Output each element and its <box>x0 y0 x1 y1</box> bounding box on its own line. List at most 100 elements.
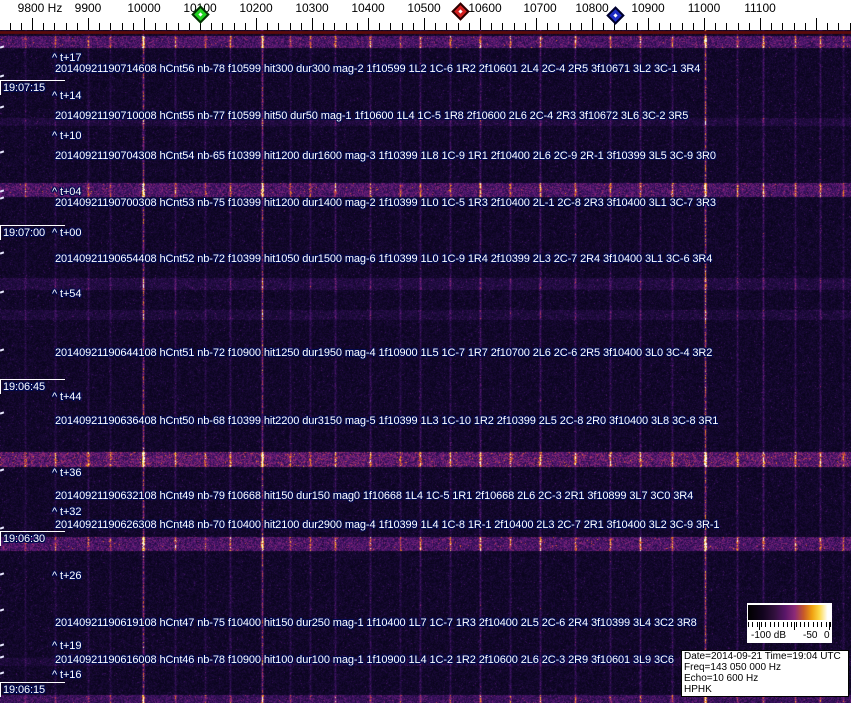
ruler-minor-tick <box>133 23 134 30</box>
ruler-minor-tick <box>66 23 67 30</box>
ruler-major-tick <box>760 18 761 30</box>
colorbar-major-tick <box>794 622 795 630</box>
ruler-major-tick <box>144 18 145 30</box>
ruler-minor-tick <box>469 23 470 30</box>
ruler-minor-tick <box>77 23 78 30</box>
ruler-minor-tick <box>715 23 716 30</box>
ruler-minor-tick <box>222 23 223 30</box>
ruler-minor-tick <box>435 23 436 30</box>
colorbar-tick <box>787 622 788 627</box>
ruler-minor-tick <box>738 23 739 30</box>
marker-center-dot <box>613 13 618 18</box>
colorbar-label-min: -100 dB <box>751 630 787 641</box>
ruler-minor-tick <box>502 23 503 30</box>
ruler-minor-tick <box>110 23 111 30</box>
ruler-minor-tick <box>357 23 358 30</box>
waterfall-spectrogram[interactable] <box>0 30 851 703</box>
ruler-minor-tick <box>771 23 772 30</box>
frequency-tick-label: 10800 <box>575 1 609 15</box>
frequency-ruler: 9800 Hz990010000101001020010300104001050… <box>0 0 851 30</box>
ruler-minor-tick <box>514 23 515 30</box>
colorbar-tick <box>808 622 809 627</box>
marker-center-dot <box>458 9 463 14</box>
frequency-marker-red-diamond[interactable] <box>451 2 470 21</box>
ruler-minor-tick <box>558 23 559 30</box>
ruler-major-tick <box>536 18 537 30</box>
ruler-minor-tick <box>402 23 403 30</box>
frequency-tick-label: 9900 <box>74 1 102 15</box>
ruler-minor-tick <box>43 23 44 30</box>
ruler-minor-tick <box>693 23 694 30</box>
colorbar-tick <box>817 622 818 627</box>
colorbar-tick <box>783 622 784 627</box>
ruler-major-tick <box>704 18 705 30</box>
colorbar-tick <box>778 622 779 627</box>
colorbar-tick <box>752 622 753 627</box>
colorbar-labels: -100 dB -50 0 <box>747 630 832 643</box>
ruler-minor-tick <box>346 23 347 30</box>
ruler-minor-tick <box>99 23 100 30</box>
ruler-major-tick <box>32 18 33 30</box>
ruler-minor-tick <box>670 23 671 30</box>
ruler-major-tick <box>88 18 89 30</box>
ruler-minor-tick <box>290 23 291 30</box>
ruler-minor-tick <box>749 23 750 30</box>
colorbar-tick <box>826 622 827 627</box>
ruler-minor-tick <box>794 23 795 30</box>
colorbar-tick <box>748 622 749 627</box>
ruler-minor-tick <box>626 23 627 30</box>
colorbar-tick <box>800 622 801 627</box>
colorbar-tick <box>796 622 797 627</box>
ruler-minor-tick <box>581 23 582 30</box>
ruler-minor-tick <box>491 23 492 30</box>
frequency-tick-label: 10400 <box>351 1 385 15</box>
frequency-tick-label: 10700 <box>523 1 557 15</box>
info-station-code: HPHK <box>684 684 712 695</box>
info-echo-frequency: Echo=10 600 Hz <box>684 673 759 684</box>
ruler-minor-tick <box>323 23 324 30</box>
frequency-tick-label: 11000 <box>687 1 721 15</box>
ruler-major-tick <box>312 18 313 30</box>
info-frequency: Freq=143 050 000 Hz <box>684 662 782 673</box>
ruler-minor-tick <box>334 23 335 30</box>
ruler-minor-tick <box>122 23 123 30</box>
frequency-tick-label: 10900 <box>631 1 665 15</box>
colorbar-major-tick <box>759 622 760 630</box>
meteor-spectrogram-window: 9800 Hz990010000101001020010300104001050… <box>0 0 851 703</box>
frequency-tick-label: 10500 <box>407 1 441 15</box>
ruler-minor-tick <box>446 23 447 30</box>
ruler-major-tick <box>480 18 481 30</box>
colorbar-major-tick <box>829 622 830 630</box>
ruler-minor-tick <box>211 23 212 30</box>
ruler-major-tick <box>424 18 425 30</box>
ruler-minor-tick <box>413 23 414 30</box>
ruler-minor-tick <box>637 23 638 30</box>
colorbar-label-mid: -50 <box>803 630 818 641</box>
ruler-minor-tick <box>805 23 806 30</box>
status-info-box: Date=2014-09-21 Time=19:04 UTC Freq=143 … <box>681 650 849 697</box>
ruler-minor-tick <box>659 23 660 30</box>
frequency-tick-label: 10200 <box>239 1 273 15</box>
frequency-tick-label: 10600 <box>468 1 502 15</box>
ruler-minor-tick <box>178 23 179 30</box>
colorbar-tick <box>804 622 805 627</box>
ruler-minor-tick <box>166 23 167 30</box>
ruler-minor-tick <box>525 23 526 30</box>
ruler-minor-tick <box>390 23 391 30</box>
frequency-tick-label: 10300 <box>295 1 329 15</box>
colorbar-tick <box>791 622 792 627</box>
colorbar-tick <box>757 622 758 627</box>
frequency-marker-blue-diamond[interactable] <box>606 6 625 25</box>
ruler-minor-tick <box>301 23 302 30</box>
ruler-major-tick <box>816 18 817 30</box>
ruler-minor-tick <box>827 23 828 30</box>
ruler-minor-tick <box>278 23 279 30</box>
ruler-major-tick <box>648 18 649 30</box>
colorbar-tick <box>774 622 775 627</box>
ruler-minor-tick <box>245 23 246 30</box>
ruler-minor-tick <box>155 23 156 30</box>
ruler-minor-tick <box>54 23 55 30</box>
ruler-minor-tick <box>21 23 22 30</box>
frequency-tick-label: 10000 <box>127 1 161 15</box>
ruler-minor-tick <box>682 23 683 30</box>
